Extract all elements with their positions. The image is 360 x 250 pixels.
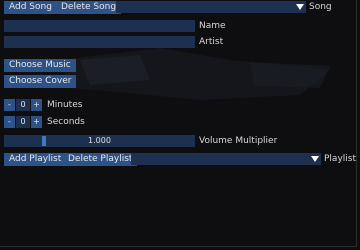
add-song-button[interactable]: Add Song <box>4 1 57 14</box>
playlist-select[interactable] <box>131 153 321 165</box>
minutes-value[interactable]: 0 <box>16 99 30 111</box>
seconds-value[interactable]: 0 <box>16 116 30 128</box>
volume-slider[interactable]: 1.000 <box>4 135 195 147</box>
seconds-label: Seconds <box>47 117 85 127</box>
seconds-decrement-button[interactable]: - <box>4 116 15 128</box>
artist-input[interactable] <box>4 36 195 48</box>
choose-cover-button[interactable]: Choose Cover <box>4 75 77 88</box>
artist-label: Artist <box>199 37 224 47</box>
volume-value: 1.000 <box>88 136 111 145</box>
chevron-down-icon[interactable] <box>294 1 306 13</box>
name-label: Name <box>199 21 226 31</box>
playlist-select-label: Playlist <box>324 154 356 164</box>
delete-song-button[interactable]: Delete Song <box>56 1 122 14</box>
song-select-label: Song <box>309 2 332 12</box>
name-input[interactable] <box>4 20 195 32</box>
choose-music-button[interactable]: Choose Music <box>4 59 76 72</box>
volume-label: Volume Multiplier <box>199 136 278 146</box>
delete-playlist-button[interactable]: Delete Playlist <box>63 153 138 166</box>
seconds-increment-button[interactable]: + <box>31 116 42 128</box>
song-select[interactable] <box>116 1 306 13</box>
minutes-decrement-button[interactable]: - <box>4 99 15 111</box>
chevron-down-icon[interactable] <box>309 153 321 165</box>
minutes-increment-button[interactable]: + <box>31 99 42 111</box>
minutes-label: Minutes <box>47 100 83 110</box>
add-playlist-button[interactable]: Add Playlist <box>4 153 67 166</box>
